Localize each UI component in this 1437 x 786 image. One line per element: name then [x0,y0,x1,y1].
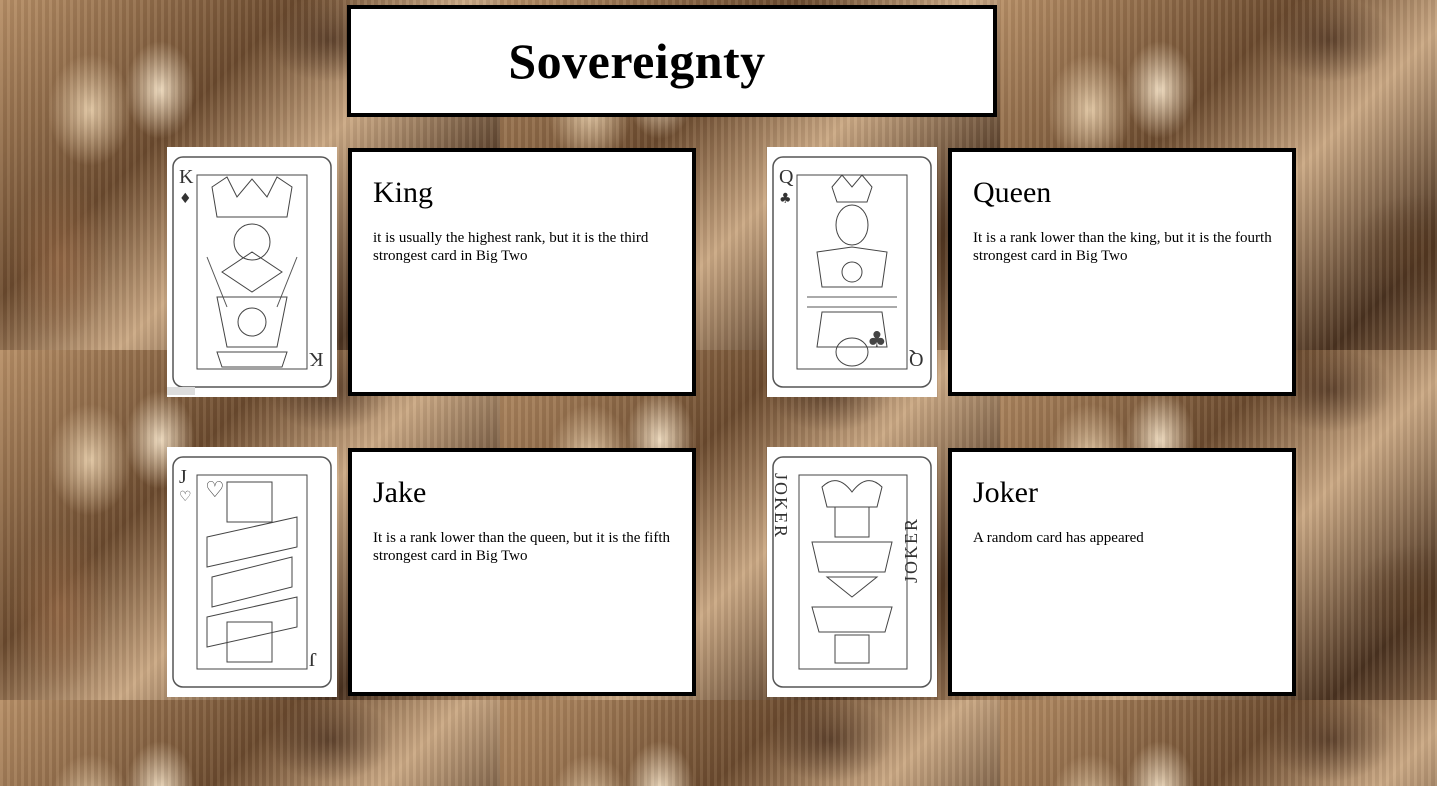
svg-text:♡: ♡ [205,478,225,503]
king-corner-rank: K [179,166,194,188]
svg-text:J: J [309,648,317,670]
queen-of-clubs-card-icon: Q ♣ ♣ Q [772,156,932,388]
joker-card-icon: JOKER JOKER [771,456,932,688]
joker-description: A random card has appeared [973,530,1144,546]
king-description-panel: King it is usually the highest rank, but… [348,148,696,396]
jake-heading: Jake [373,476,427,509]
queen-description: It is a rank lower than the king, but it… [973,230,1272,264]
jake-description-panel: Jake It is a rank lower than the queen, … [348,448,696,696]
svg-text:Q: Q [908,348,923,370]
svg-text:♣: ♣ [867,328,887,353]
queen-description-panel: Queen It is a rank lower than the king, … [948,148,1296,396]
king-description: it is usually the highest rank, but it i… [373,230,649,264]
svg-text:♡: ♡ [179,489,192,505]
title-banner: Sovereignty [347,5,997,117]
king-heading: King [373,176,433,209]
jack-of-hearts-card-icon: J ♡ ♡ J [172,456,332,688]
joker-description-panel: Joker A random card has appeared [948,448,1296,696]
king-card-image: K ♦ K [167,147,337,397]
svg-text:♦: ♦ [179,191,192,207]
queen-heading: Queen [973,176,1052,209]
joker-card-image: JOKER JOKER [767,447,937,697]
page-title: Sovereignty [508,33,766,89]
svg-text:JOKER: JOKER [901,517,921,583]
jake-description: It is a rank lower than the queen, but i… [373,530,671,564]
queen-card-image: Q ♣ ♣ Q [767,147,937,397]
jack-card-image: J ♡ ♡ J [167,447,337,697]
joker-heading: Joker [973,476,1038,509]
queen-corner-rank: Q [779,166,794,188]
jack-corner-rank: J [179,466,187,488]
king-of-diamonds-card-icon: K ♦ K [167,156,332,395]
joker-corner-text: JOKER [771,473,791,539]
svg-text:K: K [308,348,323,370]
svg-text:♣: ♣ [779,191,792,207]
